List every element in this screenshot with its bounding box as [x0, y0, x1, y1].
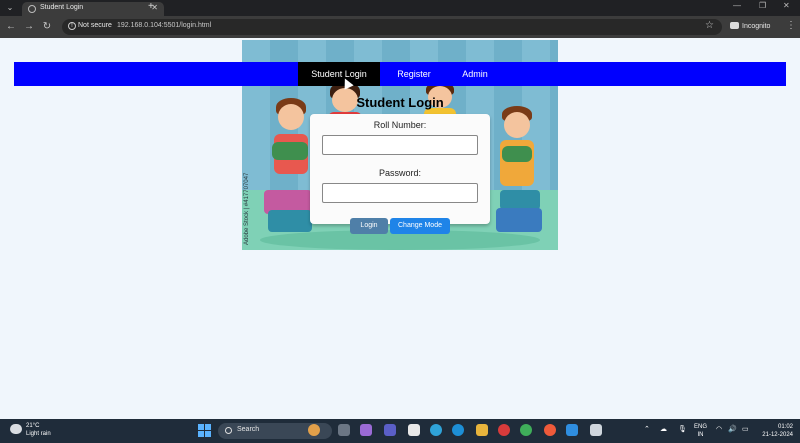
- tab-title: Student Login: [40, 4, 84, 11]
- new-tab-icon[interactable]: +: [148, 1, 154, 12]
- search-icon: [225, 427, 232, 434]
- nav-register[interactable]: Register: [380, 62, 448, 86]
- nav-admin[interactable]: Admin: [448, 62, 502, 86]
- book-stack-right: [500, 190, 540, 210]
- temperature: 21°C: [26, 423, 40, 429]
- microphone-icon[interactable]: 🎙: [678, 425, 687, 433]
- warning-icon: !: [68, 22, 76, 30]
- book-stack-right-base: [496, 208, 542, 232]
- forward-icon[interactable]: →: [22, 20, 36, 34]
- stock-watermark: Adobe Stock | #417707047: [244, 172, 250, 245]
- battery-icon[interactable]: ▭: [742, 425, 749, 433]
- browser-toolbar: ← → ↻ ! Not secure 192.168.0.104:5501/log…: [0, 16, 800, 38]
- book-stack-left-base: [268, 210, 312, 232]
- date: 21-12-2024: [762, 432, 793, 438]
- incognito-indicator[interactable]: Incognito: [730, 22, 770, 30]
- search-highlight-icon[interactable]: [308, 424, 320, 436]
- url-text[interactable]: 192.168.0.104:5501/login.html: [117, 22, 211, 29]
- teams-icon[interactable]: [384, 424, 396, 436]
- windows-start-icon[interactable]: [198, 424, 211, 437]
- password-label: Password:: [378, 168, 422, 178]
- roll-number-input[interactable]: [322, 135, 478, 155]
- login-button[interactable]: Login: [350, 218, 388, 234]
- brave-icon[interactable]: [544, 424, 556, 436]
- edge-icon[interactable]: [452, 424, 464, 436]
- file-explorer-icon[interactable]: [476, 424, 488, 436]
- back-icon[interactable]: ←: [4, 20, 18, 34]
- settings-icon[interactable]: [430, 424, 442, 436]
- bookmark-star-icon[interactable]: ☆: [705, 20, 714, 31]
- copilot-icon[interactable]: [360, 424, 372, 436]
- globe-icon: [28, 5, 36, 13]
- browser-window-icon[interactable]: [590, 424, 602, 436]
- opera-icon[interactable]: [498, 424, 510, 436]
- minimize-icon[interactable]: —: [733, 1, 741, 10]
- wifi-icon[interactable]: ◠: [716, 425, 722, 433]
- password-input[interactable]: [322, 183, 478, 203]
- browser-tab-bar: ⌄ Student Login ✕ + — ❐ ✕: [0, 0, 800, 16]
- login-title: Student Login: [356, 95, 444, 110]
- window-close-icon[interactable]: ✕: [783, 1, 790, 10]
- incognito-label: Incognito: [742, 23, 771, 30]
- weather-condition: Light rain: [26, 431, 51, 437]
- task-view-icon[interactable]: [338, 424, 350, 436]
- browser-tab[interactable]: Student Login ✕: [22, 2, 164, 16]
- system-clock[interactable]: 01:02 21-12-2024: [757, 423, 793, 439]
- address-bar[interactable]: ! Not secure 192.168.0.104:5501/login.htm…: [62, 19, 722, 35]
- camera-icon[interactable]: [408, 424, 420, 436]
- security-chip[interactable]: ! Not secure: [68, 22, 112, 30]
- search-placeholder: Search: [237, 426, 260, 433]
- chevron-up-icon[interactable]: ⌃: [644, 425, 650, 433]
- volume-icon[interactable]: 🔊: [728, 425, 737, 433]
- change-mode-button[interactable]: Change Mode: [390, 218, 450, 234]
- language-indicator[interactable]: ENG IN: [694, 423, 707, 439]
- reload-icon[interactable]: ↻: [40, 20, 54, 34]
- onedrive-icon[interactable]: ☁: [660, 425, 667, 433]
- security-label: Not secure: [78, 22, 112, 29]
- main-navbar: Student Login Register Admin: [14, 62, 786, 86]
- chrome-icon[interactable]: [520, 424, 532, 436]
- restore-icon[interactable]: ❐: [759, 1, 766, 10]
- incognito-icon: [730, 22, 739, 29]
- tab-search-icon[interactable]: ⌄: [4, 2, 16, 14]
- nav-student-login[interactable]: Student Login: [298, 62, 380, 86]
- cloud-rain-icon: [10, 424, 22, 434]
- menu-icon[interactable]: ⋮: [786, 20, 796, 31]
- language: ENG: [694, 424, 708, 430]
- roll-number-label: Roll Number:: [373, 120, 427, 130]
- vscode-icon[interactable]: [566, 424, 578, 436]
- region: IN: [697, 432, 704, 438]
- os-taskbar: 21°C Light rain Search ⌃ ☁ 🎙 ENG IN ◠ 🔊 ▭ …: [0, 419, 800, 443]
- time: 01:02: [777, 424, 793, 430]
